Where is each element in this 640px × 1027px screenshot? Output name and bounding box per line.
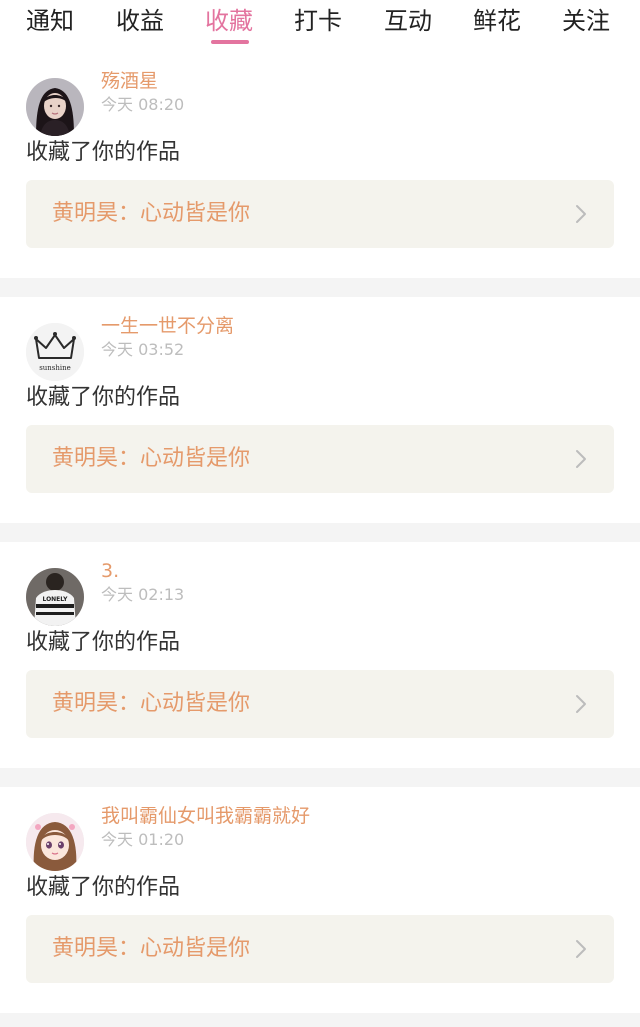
avatar[interactable] [26,78,84,136]
woman-portrait-avatar [26,78,84,136]
tab-checkin[interactable]: 打卡 [294,2,342,42]
crown-sunshine-avatar: sunshine [26,323,84,381]
timestamp: 今天 02:13 [101,585,185,604]
tab-favorites[interactable]: 收藏 [205,2,253,42]
username[interactable]: 我叫霸仙女叫我霸霸就好 [101,803,310,829]
avatar-lonely-text: LONELY [42,596,68,603]
username[interactable]: 殇酒星 [101,68,158,94]
chevron-right-icon [574,939,588,959]
action-text: 收藏了你的作品 [26,875,181,900]
work-link[interactable]: 黄明昊：心动皆是你 [26,180,614,248]
tab-notice[interactable]: 通知 [26,2,74,42]
chevron-right-icon [574,449,588,469]
work-title: 黄明昊：心动皆是你 [52,201,251,226]
avatar[interactable] [26,813,84,871]
action-text: 收藏了你的作品 [26,140,181,165]
avatar[interactable]: LONELY [26,568,84,626]
avatar[interactable]: sunshine [26,323,84,381]
chevron-right-icon [574,694,588,714]
avatar-sunshine-text: sunshine [39,364,71,372]
work-title: 黄明昊：心动皆是你 [52,446,251,471]
notification-card: LONELY 3. 今天 02:13 收藏了你的作品 黄明昊：心动皆是你 [0,542,640,768]
tab-interaction[interactable]: 互动 [384,2,432,42]
work-link[interactable]: 黄明昊：心动皆是你 [26,670,614,738]
work-title: 黄明昊：心动皆是你 [52,936,251,961]
active-tab-indicator [211,40,249,44]
chevron-right-icon [574,204,588,224]
work-link[interactable]: 黄明昊：心动皆是你 [26,425,614,493]
action-text: 收藏了你的作品 [26,630,181,655]
notification-card: 殇酒星 今天 08:20 收藏了你的作品 黄明昊：心动皆是你 [0,52,640,278]
anime-girl-avatar [26,813,84,871]
username[interactable]: 一生一世不分离 [101,313,234,339]
timestamp: 今天 03:52 [101,340,185,359]
tab-bar: 通知 收益 收藏 打卡 互动 鲜花 关注 [0,0,640,52]
action-text: 收藏了你的作品 [26,385,181,410]
lonely-shirt-avatar: LONELY [26,568,84,626]
username[interactable]: 3. [101,558,119,584]
work-title: 黄明昊：心动皆是你 [52,691,251,716]
notification-card: sunshine 一生一世不分离 今天 03:52 收藏了你的作品 黄明昊：心动… [0,297,640,523]
tab-flowers[interactable]: 鲜花 [473,2,521,42]
tab-earnings[interactable]: 收益 [116,2,164,42]
notification-card: 我叫霸仙女叫我霸霸就好 今天 01:20 收藏了你的作品 黄明昊：心动皆是你 [0,787,640,1013]
timestamp: 今天 08:20 [101,95,185,114]
timestamp: 今天 01:20 [101,830,185,849]
tab-follow[interactable]: 关注 [562,2,610,42]
work-link[interactable]: 黄明昊：心动皆是你 [26,915,614,983]
